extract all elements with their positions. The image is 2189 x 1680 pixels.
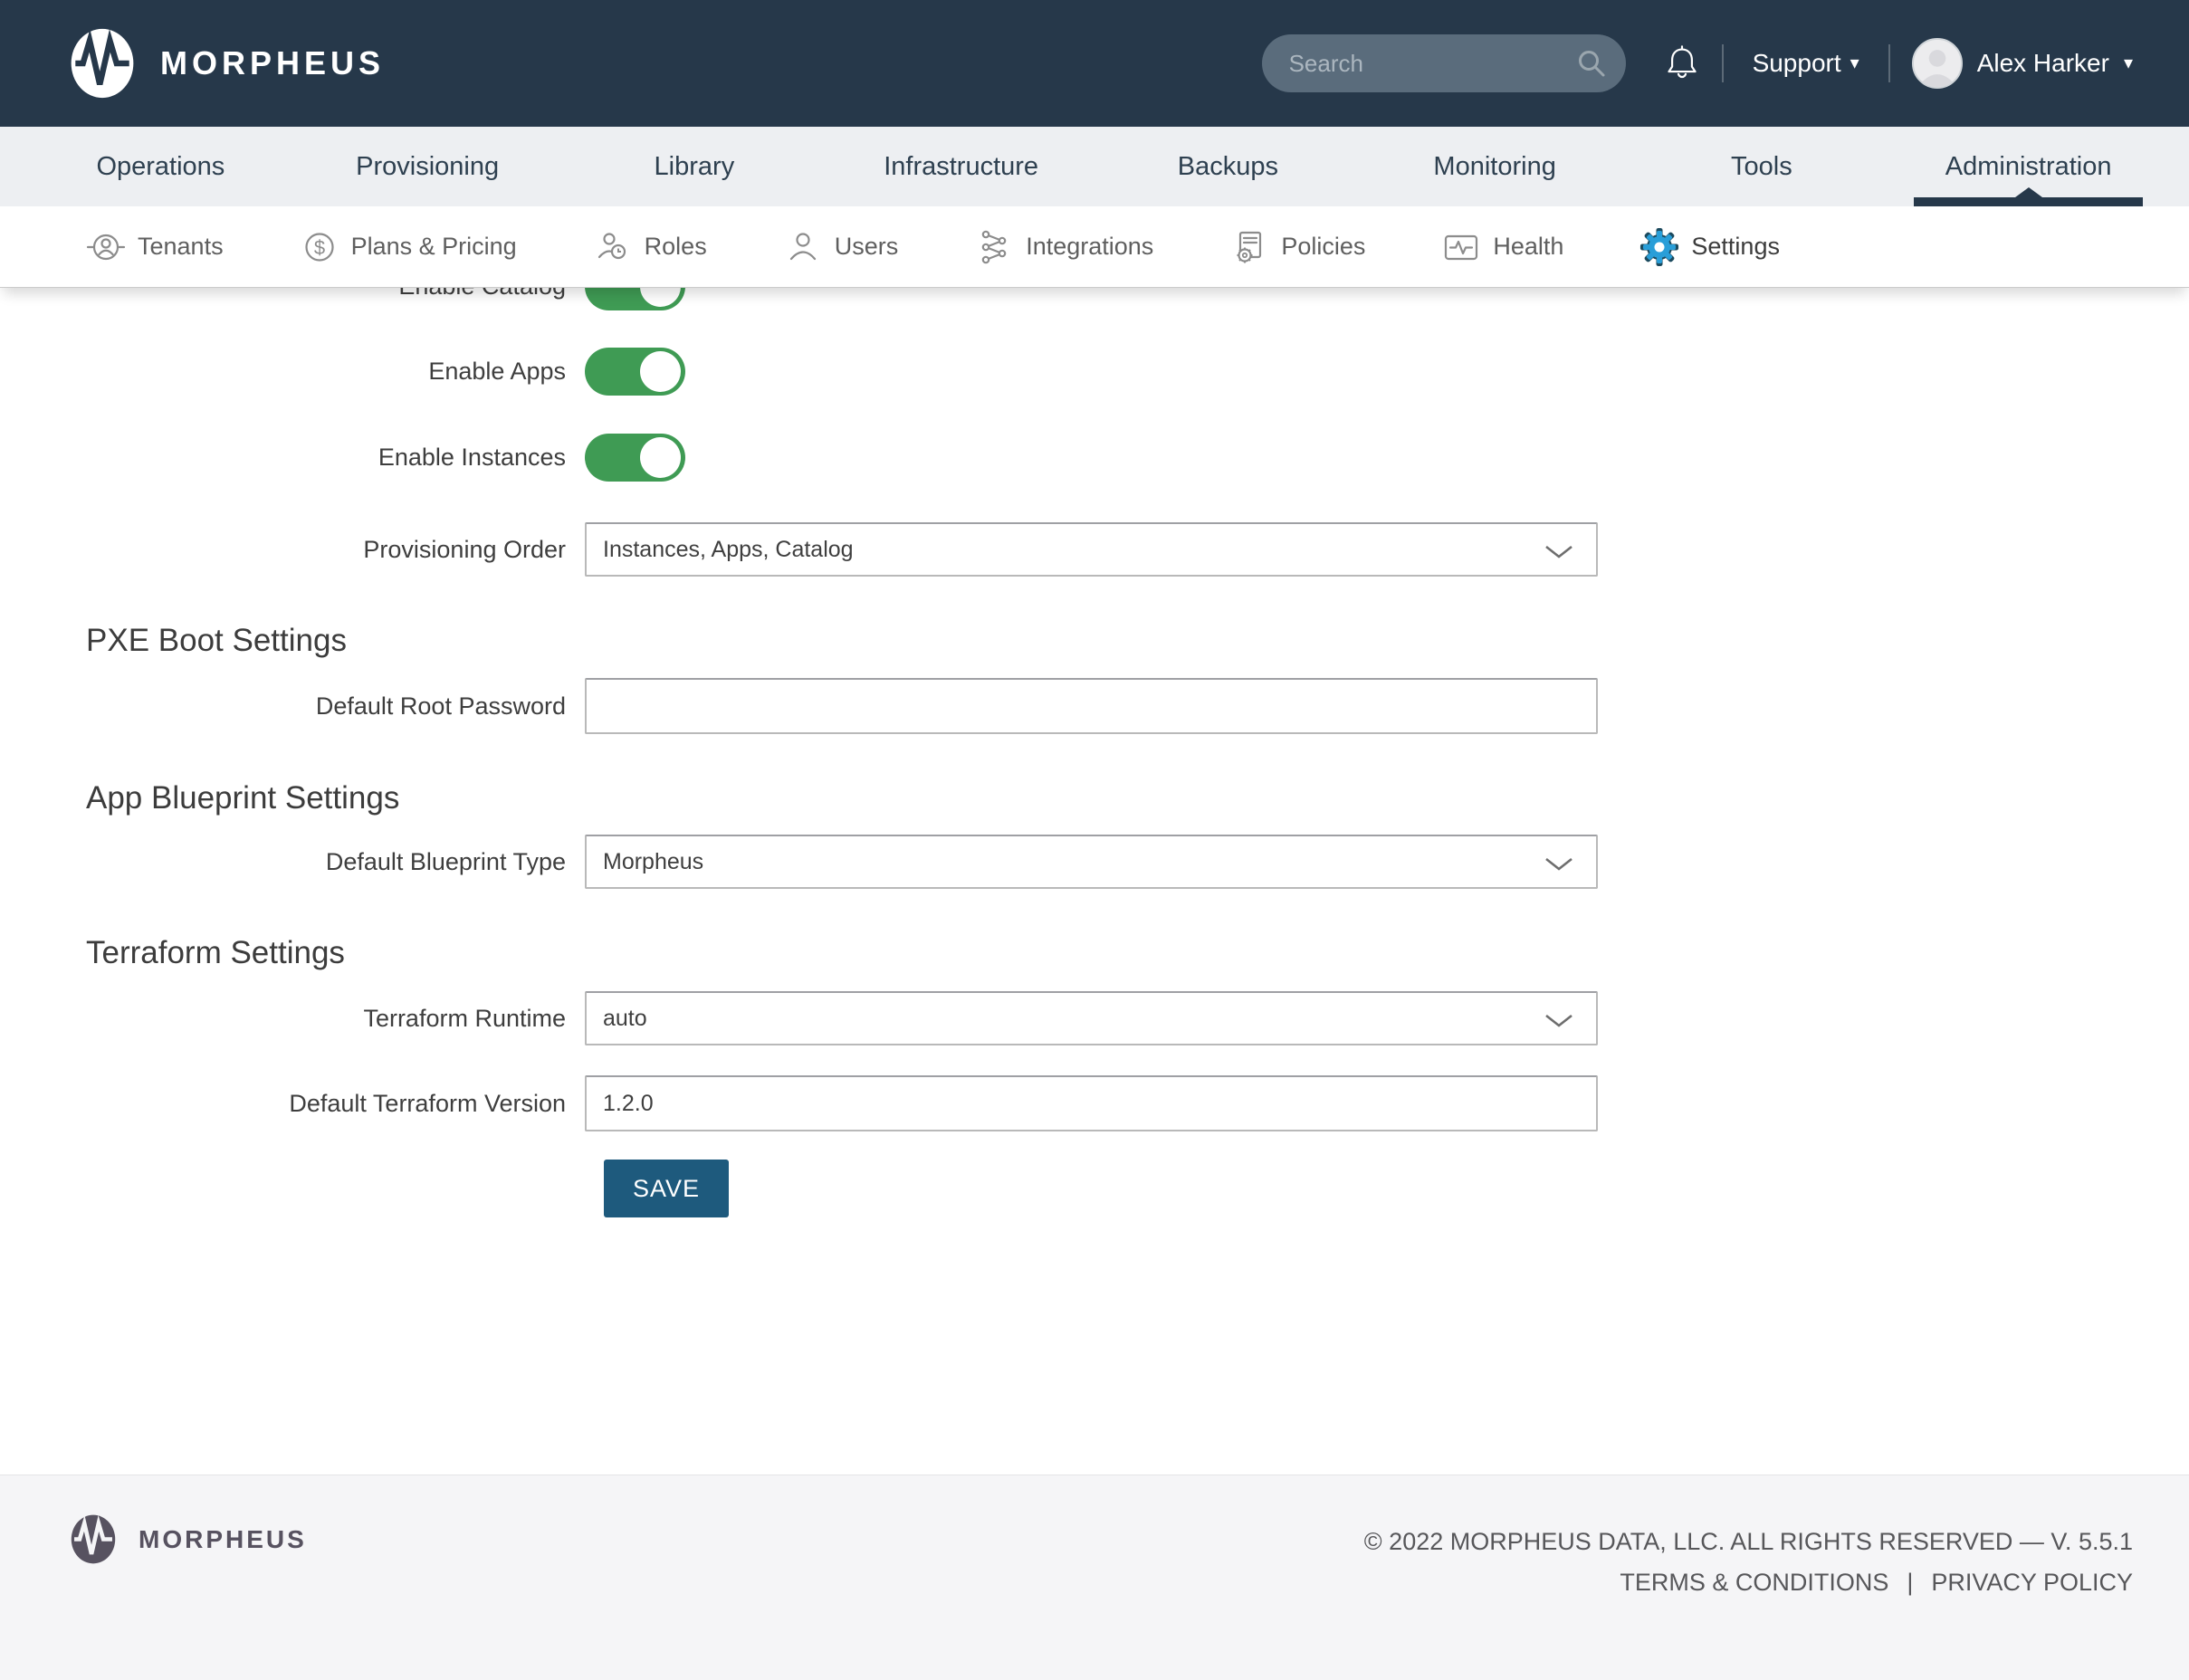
admin-sub-nav: Tenants $ Plans & Pricing Roles	[0, 206, 2189, 288]
enable-apps-row: Enable Apps	[0, 344, 1617, 398]
provisioning-settings-content: Enable Catalog Enable Apps Enable Instan…	[0, 288, 2189, 1475]
notifications-bell-icon[interactable]	[1664, 43, 1700, 83]
users-icon	[783, 227, 823, 267]
subnav-item-health[interactable]: Health	[1441, 227, 1563, 267]
main-tab-library[interactable]: Library	[561, 127, 828, 206]
select-value: Morpheus	[603, 849, 703, 875]
default-root-password-label: Default Root Password	[0, 692, 585, 721]
settings-gear-icon	[1639, 227, 1679, 267]
default-terraform-version-input[interactable]	[585, 1075, 1598, 1131]
default-blueprint-type-select[interactable]: Morpheus	[585, 835, 1598, 889]
chevron-down-icon	[1545, 546, 1572, 558]
enable-instances-label: Enable Instances	[0, 444, 585, 472]
default-blueprint-type-label: Default Blueprint Type	[0, 848, 585, 876]
policies-icon	[1229, 227, 1269, 267]
brand-wordmark: MORPHEUS	[160, 44, 385, 82]
footer-brand: MORPHEUS	[68, 1514, 307, 1564]
toggle-knob	[640, 437, 681, 478]
brand-home-link[interactable]: MORPHEUS	[68, 28, 385, 99]
default-terraform-version-label: Default Terraform Version	[0, 1090, 585, 1118]
terraform-settings-heading: Terraform Settings	[86, 935, 345, 971]
top-header-bar: MORPHEUS Support	[0, 0, 2189, 127]
integrations-icon	[974, 227, 1014, 267]
footer-legal: © 2022 MORPHEUS DATA, LLC. ALL RIGHTS RE…	[1364, 1526, 2133, 1598]
save-button[interactable]: SAVE	[604, 1160, 729, 1217]
subnav-label: Tenants	[138, 233, 224, 261]
enable-apps-label: Enable Apps	[0, 358, 585, 386]
main-tab-monitoring[interactable]: Monitoring	[1362, 127, 1629, 206]
subnav-item-settings[interactable]: Settings	[1639, 227, 1780, 267]
subnav-label: Health	[1493, 233, 1563, 261]
toggle-knob	[640, 351, 681, 392]
default-root-password-row: Default Root Password	[0, 679, 1617, 733]
footer-links: TERMS & CONDITIONS | PRIVACY POLICY	[1364, 1567, 2133, 1598]
footer-link-separator: |	[1907, 1567, 1913, 1598]
subnav-label: Users	[835, 233, 899, 261]
privacy-policy-link[interactable]: PRIVACY POLICY	[1931, 1567, 2133, 1598]
provisioning-order-label: Provisioning Order	[0, 536, 585, 564]
tenants-icon	[86, 227, 126, 267]
default-terraform-version-row: Default Terraform Version	[0, 1076, 1617, 1131]
search-input[interactable]	[1262, 34, 1626, 92]
footer-brand-wordmark: MORPHEUS	[139, 1525, 307, 1554]
roles-icon	[593, 227, 633, 267]
global-search-box[interactable]	[1262, 34, 1626, 92]
terraform-runtime-label: Terraform Runtime	[0, 1005, 585, 1033]
select-value: Instances, Apps, Catalog	[603, 537, 854, 563]
chevron-down-icon	[1545, 858, 1572, 871]
topbar-divider	[1722, 44, 1724, 82]
subnav-label: Policies	[1281, 233, 1365, 261]
morpheus-logo-icon	[68, 28, 137, 99]
subnav-label: Settings	[1691, 233, 1780, 261]
main-tab-operations[interactable]: Operations	[27, 127, 294, 206]
enable-instances-row: Enable Instances	[0, 430, 1617, 484]
morpheus-admin-settings-page: MORPHEUS Support	[0, 0, 2189, 1680]
health-icon	[1441, 227, 1481, 267]
default-root-password-input[interactable]	[585, 678, 1598, 734]
support-menu[interactable]: Support	[1745, 49, 1867, 78]
caret-down-icon	[2124, 54, 2133, 72]
enable-apps-toggle[interactable]	[585, 348, 685, 396]
pxe-boot-settings-heading: PXE Boot Settings	[86, 623, 347, 659]
topbar-right-cluster: Support Alex Harker	[1262, 34, 2133, 92]
chevron-down-icon	[1545, 1015, 1572, 1027]
plans-pricing-icon: $	[300, 227, 339, 267]
subnav-item-roles[interactable]: Roles	[593, 227, 707, 267]
main-tab-infrastructure[interactable]: Infrastructure	[827, 127, 1094, 206]
subnav-item-plans-pricing[interactable]: $ Plans & Pricing	[300, 227, 517, 267]
enable-instances-toggle[interactable]	[585, 434, 685, 482]
subnav-label: Plans & Pricing	[351, 233, 517, 261]
default-blueprint-type-row: Default Blueprint Type Morpheus	[0, 835, 1617, 889]
copyright-text: © 2022 MORPHEUS DATA, LLC. ALL RIGHTS RE…	[1364, 1526, 2133, 1557]
subnav-label: Roles	[645, 233, 707, 261]
morpheus-footer-logo-icon	[68, 1514, 119, 1564]
subnav-item-tenants[interactable]: Tenants	[86, 227, 224, 267]
avatar-person-icon	[1914, 40, 1961, 87]
app-blueprint-settings-heading: App Blueprint Settings	[86, 780, 399, 816]
search-icon[interactable]	[1575, 47, 1608, 80]
main-tab-backups[interactable]: Backups	[1094, 127, 1362, 206]
user-menu[interactable]: Alex Harker	[1912, 38, 2133, 89]
subnav-label: Integrations	[1026, 233, 1153, 261]
avatar	[1912, 38, 1963, 89]
provisioning-order-row: Provisioning Order Instances, Apps, Cata…	[0, 522, 1617, 577]
main-tab-tools[interactable]: Tools	[1629, 127, 1896, 206]
subnav-item-integrations[interactable]: Integrations	[974, 227, 1153, 267]
support-label: Support	[1753, 49, 1841, 78]
terraform-runtime-select[interactable]: auto	[585, 991, 1598, 1045]
caret-down-icon	[1850, 54, 1859, 72]
main-nav: Operations Provisioning Library Infrastr…	[0, 127, 2189, 206]
select-value: auto	[603, 1006, 647, 1032]
svg-text:$: $	[313, 236, 324, 259]
terms-conditions-link[interactable]: TERMS & CONDITIONS	[1620, 1567, 1888, 1598]
page-footer: MORPHEUS © 2022 MORPHEUS DATA, LLC. ALL …	[0, 1475, 2189, 1680]
provisioning-order-select[interactable]: Instances, Apps, Catalog	[585, 522, 1598, 577]
terraform-runtime-row: Terraform Runtime auto	[0, 991, 1617, 1045]
topbar-divider	[1888, 44, 1890, 82]
subnav-item-policies[interactable]: Policies	[1229, 227, 1365, 267]
user-name: Alex Harker	[1977, 49, 2109, 78]
main-tab-provisioning[interactable]: Provisioning	[294, 127, 561, 206]
subnav-item-users[interactable]: Users	[783, 227, 899, 267]
main-tab-administration[interactable]: Administration	[1895, 127, 2162, 206]
